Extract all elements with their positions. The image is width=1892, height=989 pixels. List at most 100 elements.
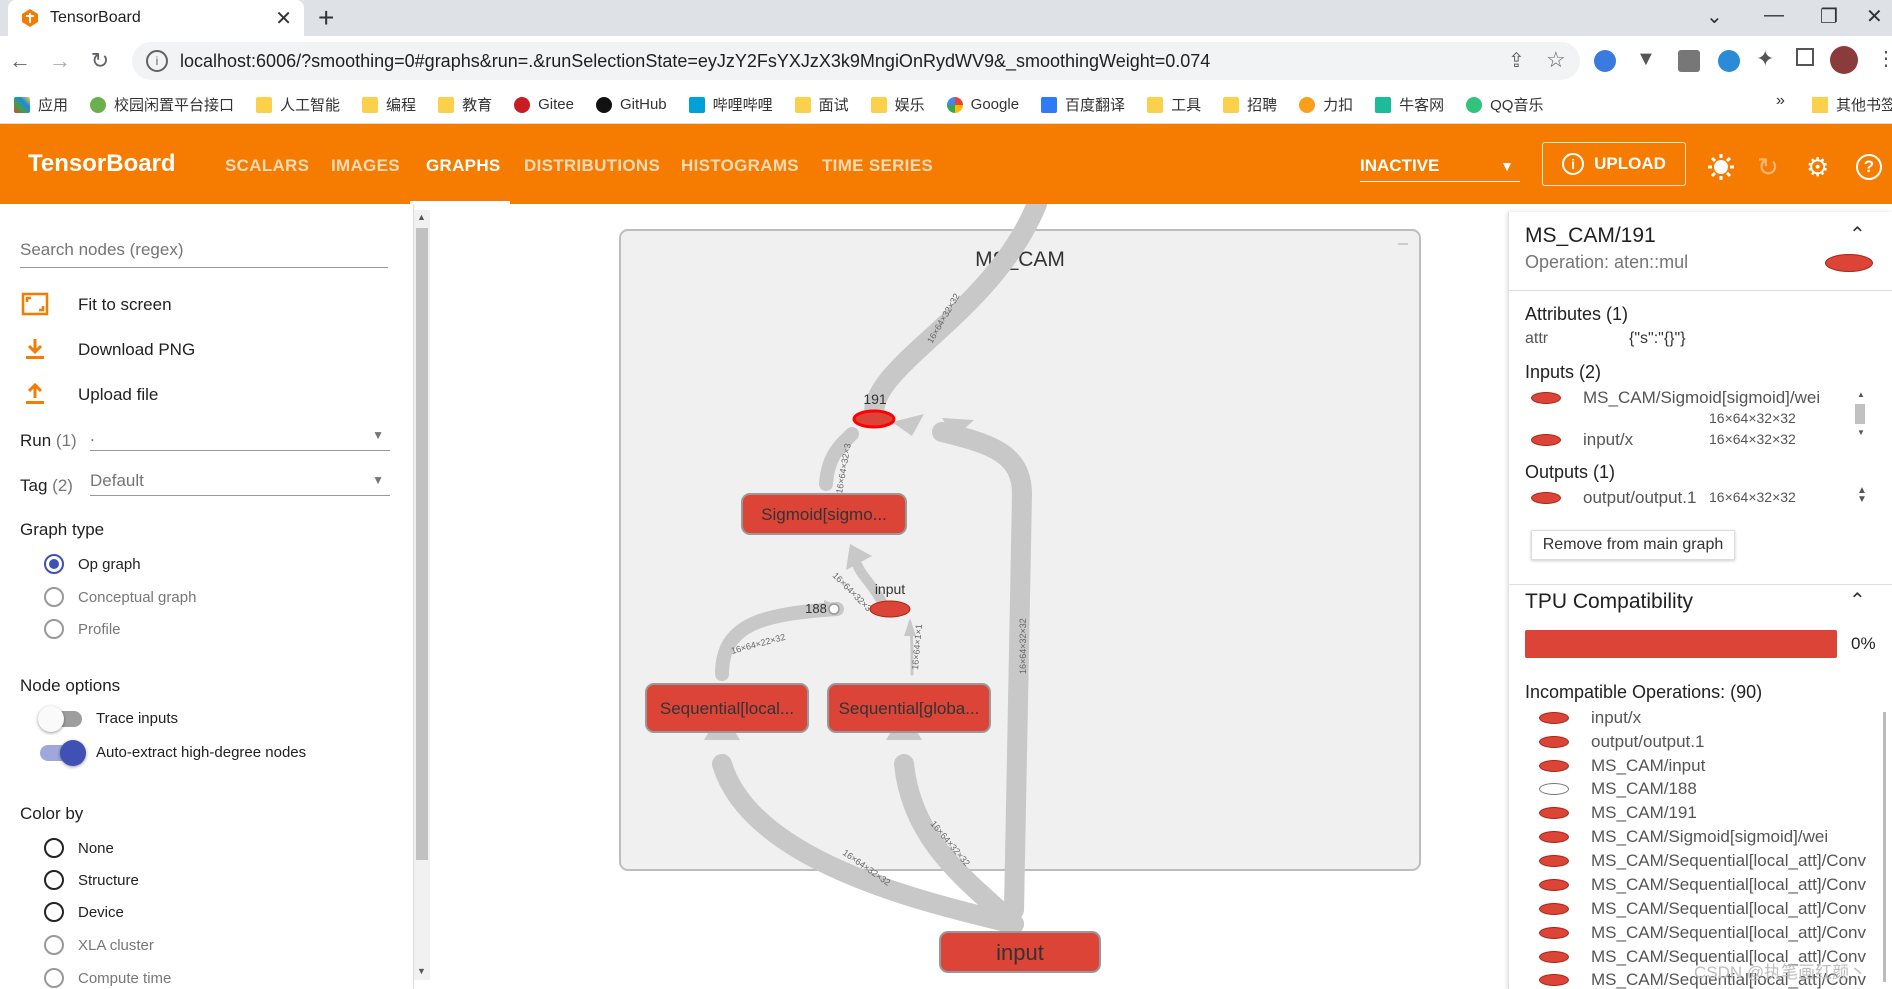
- node-188[interactable]: [828, 603, 840, 615]
- bookmark-education[interactable]: 教育: [438, 94, 492, 115]
- bookmark-ai[interactable]: 人工智能: [256, 94, 340, 115]
- url-field[interactable]: i localhost:6006/?smoothing=0#graphs&run…: [132, 42, 1580, 80]
- graph-type-op[interactable]: Op graph: [44, 554, 141, 574]
- node-191[interactable]: [852, 409, 896, 429]
- auto-extract-toggle[interactable]: Auto-extract high-degree nodes: [40, 739, 306, 766]
- browser-tab[interactable]: TensorBoard ✕: [8, 0, 304, 36]
- graph-type-conceptual[interactable]: Conceptual graph: [44, 587, 196, 607]
- left-panel-scrollbar[interactable]: ▲ ▼: [414, 210, 430, 980]
- maximize-icon[interactable]: ❐: [1820, 4, 1838, 29]
- more-bookmarks-chevron[interactable]: »: [1776, 92, 1785, 110]
- input-item[interactable]: MS_CAM/Sigmoid[sigmoid]/wei: [1531, 388, 1820, 408]
- tag-select[interactable]: Tag (2) Default ▼: [20, 471, 390, 496]
- reload-icon[interactable]: ↻: [80, 48, 120, 74]
- new-tab-icon[interactable]: +: [318, 2, 334, 34]
- browser-menu-icon[interactable]: ⋮: [1876, 46, 1892, 71]
- bookmark-programming[interactable]: 编程: [362, 94, 416, 115]
- output-item[interactable]: output/output.1: [1531, 488, 1696, 508]
- run-status-select[interactable]: INACTIVE ▼: [1360, 152, 1520, 182]
- help-icon[interactable]: ?: [1856, 154, 1882, 180]
- incompatible-scrollbar[interactable]: [1883, 712, 1886, 982]
- close-tab-icon[interactable]: ✕: [275, 6, 292, 31]
- site-info-icon[interactable]: i: [146, 50, 168, 72]
- bookmark-leetcode[interactable]: 力扣: [1299, 94, 1353, 115]
- minimize-icon[interactable]: —: [1764, 4, 1784, 27]
- incompatible-item[interactable]: MS_CAM/input: [1539, 756, 1705, 776]
- tab-scalars[interactable]: SCALARS: [225, 156, 309, 176]
- incompatible-item[interactable]: MS_CAM/Sequential[local_att]/Conv: [1539, 851, 1866, 871]
- collapse-info-icon[interactable]: ⌃: [1849, 222, 1866, 247]
- upload-button[interactable]: i UPLOAD: [1542, 142, 1686, 186]
- window-close-icon[interactable]: ✕: [1866, 4, 1883, 29]
- remove-from-main-graph-button[interactable]: Remove from main graph: [1531, 530, 1735, 560]
- graph-type-profile[interactable]: Profile: [44, 619, 121, 639]
- scroll-up-icon[interactable]: ▲: [1857, 390, 1865, 399]
- incompatible-item[interactable]: MS_CAM/Sequential[local_att]/Conv: [1539, 899, 1866, 919]
- incompatible-item[interactable]: MS_CAM/188: [1539, 779, 1697, 799]
- bookmark-gitee[interactable]: Gitee: [514, 96, 574, 113]
- bookmark-entertainment[interactable]: 娱乐: [870, 94, 925, 115]
- bookmark-tools[interactable]: 工具: [1147, 94, 1201, 115]
- download-png-button[interactable]: Download PNG: [20, 337, 195, 363]
- incompatible-item[interactable]: input/x: [1539, 708, 1641, 728]
- color-by-structure[interactable]: Structure: [44, 870, 139, 890]
- back-icon[interactable]: ←: [0, 48, 40, 74]
- bookmark-star-icon[interactable]: ☆: [1546, 47, 1566, 73]
- incompatible-item[interactable]: output/output.1: [1539, 732, 1704, 752]
- incompatible-item[interactable]: MS_CAM/Sequential[local_att]/Conv: [1539, 875, 1866, 895]
- bookmark-nowcoder[interactable]: 牛客网: [1375, 94, 1444, 115]
- outputs-stepper-icon[interactable]: ▲ ▼: [1857, 486, 1867, 505]
- tab-histograms[interactable]: HISTOGRAMS: [681, 156, 799, 176]
- search-nodes-input[interactable]: Search nodes (regex): [20, 234, 388, 268]
- scroll-down-icon[interactable]: ▼: [417, 966, 426, 976]
- tab-search-icon[interactable]: ⌄: [1706, 4, 1723, 29]
- bookmark-apps[interactable]: 应用: [14, 94, 68, 115]
- input-item[interactable]: input/x: [1531, 430, 1633, 450]
- trace-inputs-toggle[interactable]: Trace inputs: [38, 705, 178, 732]
- upload-file-button[interactable]: Upload file: [20, 382, 158, 408]
- fit-to-screen-button[interactable]: Fit to screen: [20, 292, 172, 318]
- scroll-up-icon[interactable]: ▲: [417, 212, 426, 222]
- incompatible-item[interactable]: MS_CAM/191: [1539, 803, 1697, 823]
- tab-time-series[interactable]: TIME SERIES: [822, 156, 933, 176]
- inputs-scrollbar[interactable]: ▲ ▼: [1855, 390, 1867, 442]
- bookmark-campus[interactable]: 校园闲置平台接口: [90, 94, 234, 115]
- tab-graphs[interactable]: GRAPHS: [426, 156, 501, 176]
- color-by-compute-time[interactable]: Compute time: [44, 968, 171, 988]
- collapse-tpu-icon[interactable]: ⌃: [1849, 588, 1866, 613]
- share-icon[interactable]: ⇪: [1508, 48, 1525, 73]
- brand-title[interactable]: TensorBoard: [28, 150, 176, 178]
- tab-images[interactable]: IMAGES: [331, 156, 400, 176]
- color-by-xla-cluster[interactable]: XLA cluster: [44, 935, 154, 955]
- bookmark-jobs[interactable]: 招聘: [1223, 94, 1277, 115]
- bookmark-interview[interactable]: 面试: [794, 94, 849, 115]
- bookmark-qqmusic[interactable]: QQ音乐: [1466, 94, 1543, 115]
- bookmark-google[interactable]: Google: [946, 96, 1019, 113]
- profile-avatar[interactable]: [1830, 46, 1858, 74]
- scrollbar-thumb[interactable]: [1855, 404, 1865, 424]
- forward-icon[interactable]: →: [40, 48, 80, 74]
- extension-1-icon[interactable]: [1594, 50, 1616, 72]
- sidepanel-icon[interactable]: [1796, 48, 1814, 66]
- extension-2-icon[interactable]: ▼: [1636, 48, 1656, 71]
- scrollbar-thumb[interactable]: [416, 228, 428, 860]
- tab-distributions[interactable]: DISTRIBUTIONS: [524, 156, 660, 176]
- scroll-down-icon[interactable]: ▼: [1857, 428, 1865, 437]
- theme-toggle-icon[interactable]: [1706, 152, 1736, 182]
- bookmark-github[interactable]: GitHub: [595, 96, 667, 113]
- run-select[interactable]: Run (1) . ▼: [20, 426, 390, 451]
- settings-gear-icon[interactable]: ⚙: [1806, 152, 1829, 183]
- extension-3-icon[interactable]: [1678, 50, 1700, 72]
- node-input-inner[interactable]: [869, 600, 911, 618]
- incompatible-item[interactable]: MS_CAM/Sigmoid[sigmoid]/wei: [1539, 827, 1828, 847]
- refresh-icon[interactable]: ↻: [1757, 152, 1779, 183]
- bookmark-bilibili[interactable]: 哔哩哔哩: [688, 94, 773, 115]
- extension-4-icon[interactable]: [1718, 50, 1740, 72]
- color-by-device[interactable]: Device: [44, 902, 124, 922]
- graph-canvas[interactable]: MS_CAM 16×64×32×32 16×64×32×3 16×64×32×3…: [432, 204, 1508, 989]
- color-by-none[interactable]: None: [44, 838, 114, 858]
- other-bookmarks[interactable]: 其他书签: [1812, 94, 1892, 115]
- extensions-puzzle-icon[interactable]: ✦: [1756, 46, 1774, 72]
- bookmark-baidu-translate[interactable]: 百度翻译: [1041, 94, 1125, 115]
- incompatible-item[interactable]: MS_CAM/Sequential[local_att]/Conv: [1539, 923, 1866, 943]
